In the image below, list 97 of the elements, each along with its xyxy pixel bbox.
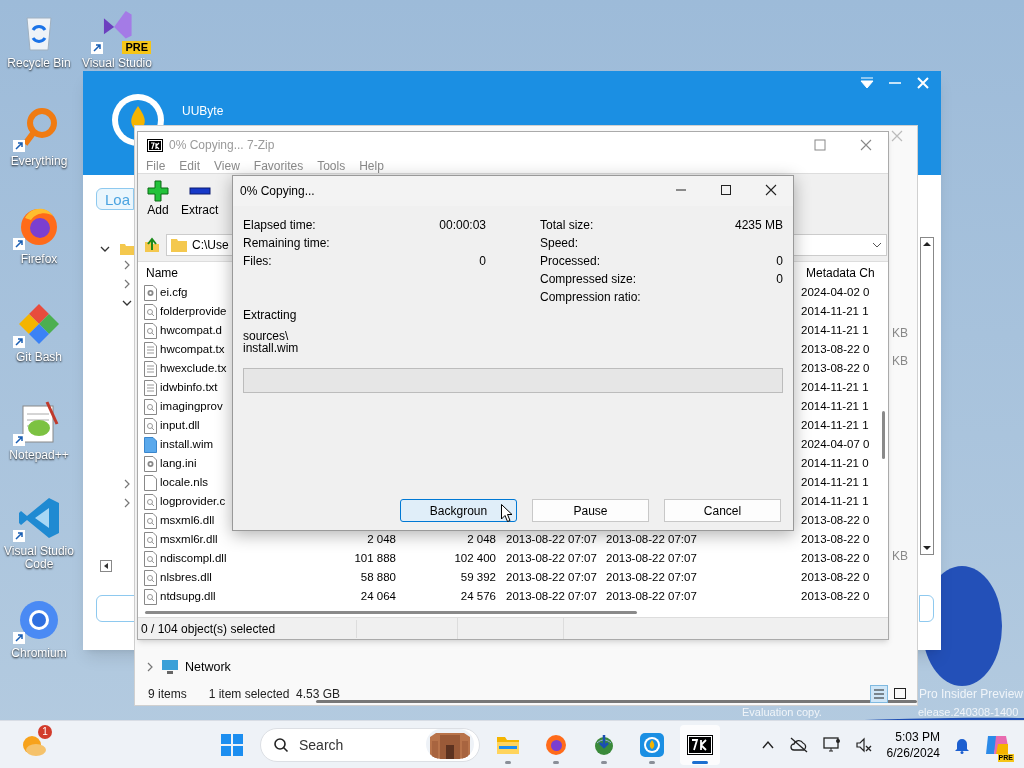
table-cell: 59 392 [460,570,496,583]
dialog-button[interactable]: Pause [532,499,649,522]
table-cell: 2 048 [467,532,496,545]
table-cell: 2014-11-21 1 [801,304,869,317]
nav-item[interactable]: Network [185,658,231,677]
stat-label: Elapsed time: [243,217,316,234]
table-cell: 58 880 [360,570,396,583]
table-cell: 2014-11-21 1 [801,323,869,336]
stat-label: Compressed size: [540,271,637,288]
add-button[interactable]: Add [146,180,170,218]
status-text: 9 items [148,686,187,703]
file-name[interactable]: nlsbres.dll [160,570,212,583]
menu-item[interactable]: Help [359,158,384,173]
file-name[interactable]: msxml6r.dll [160,532,218,545]
stat-label: Remaining time: [243,235,330,252]
table-cell: 2014-11-21 1 [801,494,869,507]
table-cell: 2013-08-22 0 [801,589,870,602]
size-unit: KB [892,353,908,370]
table-cell: 2013-08-22 07:07 [606,570,697,583]
stat-value: 00:00:03 [439,217,486,234]
table-cell: 2013-08-22 0 [801,532,870,545]
table-cell: 102 400 [454,551,496,564]
table-cell: 2013-08-22 0 [801,551,870,564]
table-cell: 101 888 [354,551,396,564]
file-name[interactable]: ndiscompl.dll [160,551,227,564]
clock-time: 5:03 PM [895,728,940,745]
window-title: 0% Copying... 7-Zip [169,137,275,154]
table-cell: 2013-08-22 0 [801,513,870,526]
table-cell: 2024-04-02 0 [801,285,870,298]
stat-value: 0 [776,253,783,270]
clock[interactable]: 5:03 PM 6/26/2024 [886,728,940,761]
table-cell: 2013-08-22 0 [801,361,870,374]
file-path: sources\ [243,330,289,342]
stat-label: Files: [243,253,272,270]
file-name[interactable]: folderprovide [160,304,227,317]
file-name[interactable]: hwcompat.d [160,323,222,336]
table-cell: 2013-08-22 07:07 [606,532,697,545]
table-cell: 2014-11-21 1 [801,418,869,431]
file-name[interactable]: hwexclude.tx [160,361,227,374]
clock-date: 6/26/2024 [886,744,940,761]
notification-badge: 1 [38,724,52,739]
watermark-text: Pro Insider Preview [919,686,1024,703]
file-name[interactable]: input.dll [160,418,200,431]
file-name[interactable]: idwbinfo.txt [160,380,218,393]
stat-label: Speed: [540,235,579,252]
table-cell: 2013-08-22 07:07 [506,570,597,583]
table-cell: 2024-04-07 0 [801,437,870,450]
table-cell: 24 576 [460,589,496,602]
table-cell: 24 064 [360,589,396,602]
watermark-text: elease.240308-1400 [918,706,1019,719]
menu-item[interactable]: View [214,158,240,173]
menu-item[interactable]: Edit [179,158,201,173]
pre-badge: PRE [122,41,151,54]
file-name[interactable]: msxml6.dll [160,513,215,526]
table-cell: 2013-08-22 07:07 [606,589,697,602]
table-cell: 2014-11-21 1 [801,380,869,393]
table-cell: 2013-08-22 07:07 [506,589,597,602]
column-header[interactable]: Metadata Ch [800,263,880,282]
stat-value: 0 [479,253,486,270]
file-name[interactable]: locale.nls [160,475,208,488]
table-cell: 2013-08-22 07:07 [606,551,697,564]
table-cell: 2013-08-22 07:07 [506,532,597,545]
stat-value: 4235 MB [734,217,783,234]
stat-label: Compression ratio: [540,289,641,306]
dialog-title: 0% Copying... [240,183,315,200]
menu-item[interactable]: Favorites [253,158,304,173]
menu-item[interactable]: File [146,158,166,173]
operation-label: Extracting [243,307,297,324]
stat-label: Processed: [540,253,601,270]
stat-value: 0 [776,271,783,288]
file-path: install.wim [243,342,299,354]
file-name[interactable]: install.wim [160,437,214,450]
size-unit: KB [892,325,908,342]
menu-item[interactable]: Tools [317,158,346,173]
file-name[interactable]: ei.cfg [160,285,188,298]
file-name[interactable]: ntdsupg.dll [160,589,216,602]
app-title: UUByte [182,103,224,120]
dialog-button[interactable]: Backgroun [400,499,517,522]
file-name[interactable]: lang.ini [160,456,197,469]
file-name[interactable]: hwcompat.tx [160,342,225,355]
dialog-button[interactable]: Cancel [664,499,781,522]
extract-button[interactable]: Extract [180,180,220,218]
file-name[interactable]: logprovider.c [160,494,226,507]
size-unit: KB [892,548,908,565]
path-text: C:\Use [192,237,229,254]
status-text: 0 / 104 object(s) selected [141,621,276,636]
watermark-text: Evaluation copy. [742,706,822,719]
stat-label: Total size: [540,217,594,234]
table-cell: 2013-08-22 0 [801,342,870,355]
table-cell: 2014-11-21 0 [801,456,869,469]
table-cell: 2014-11-21 1 [801,399,869,412]
table-cell: 2 048 [367,532,396,545]
file-name[interactable]: imagingprov [160,399,223,412]
table-cell: 2014-11-21 1 [801,475,869,488]
table-cell: 2013-08-22 0 [801,570,870,583]
table-cell: 2013-08-22 07:07 [506,551,597,564]
status-text: 1 item selected 4.53 GB [208,686,341,703]
